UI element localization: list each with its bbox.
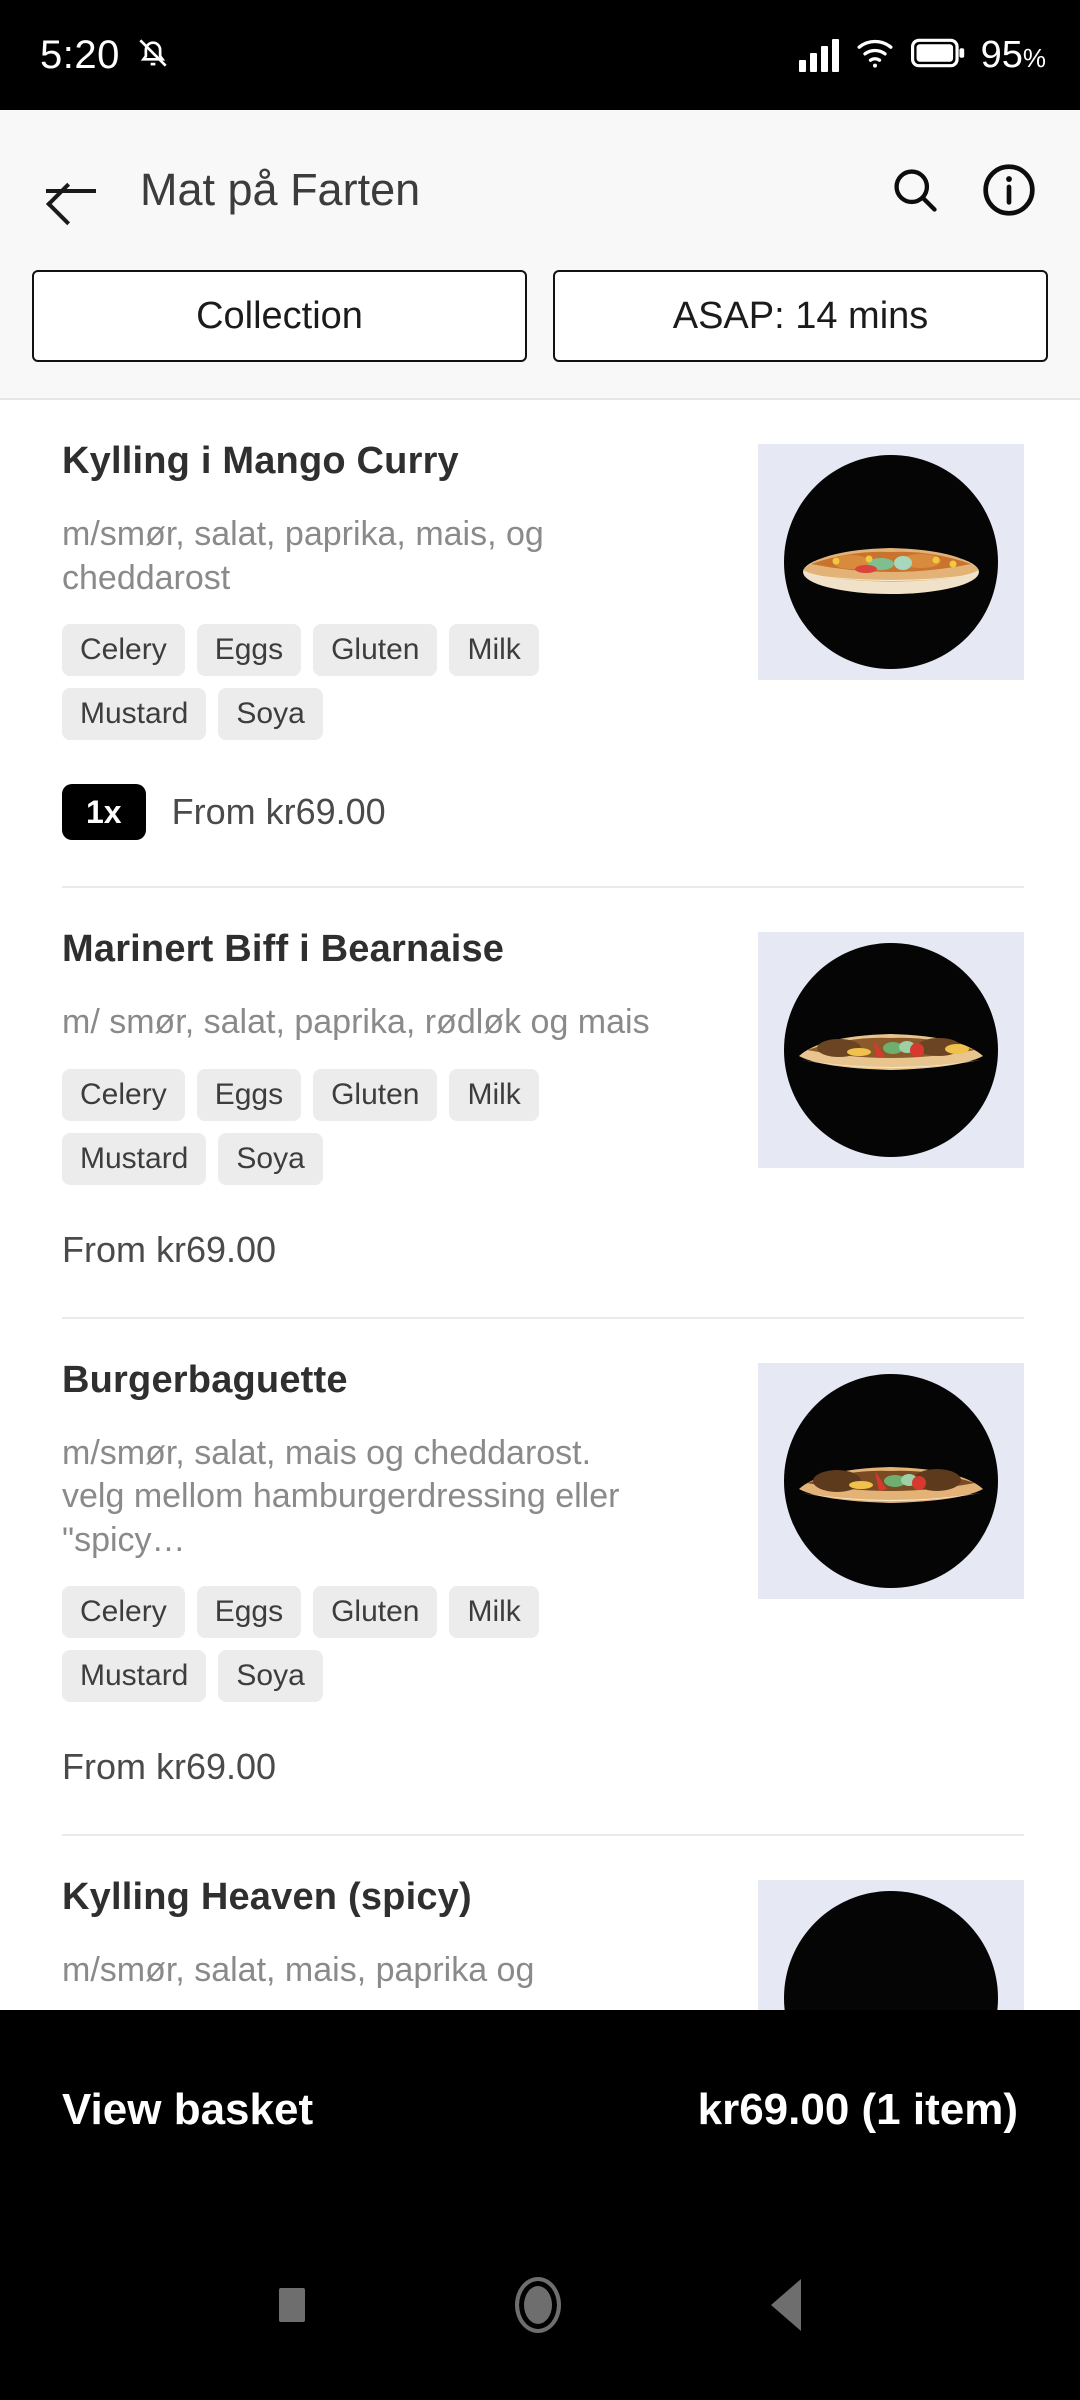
item-price: From kr69.00 — [62, 1228, 277, 1270]
allergen-tag: Celery — [62, 624, 185, 677]
allergen-tag: Soya — [218, 1650, 323, 1703]
timing-button[interactable]: ASAP: 14 mins — [553, 270, 1048, 362]
list-item-content: Burgerbaguette m/smør, salat, mais og ch… — [62, 1359, 734, 1703]
item-title: Kylling i Mango Curry — [62, 440, 459, 482]
list-item-content: Marinert Biff i Bearnaise m/ smør, salat… — [62, 928, 734, 1185]
order-options: Collection ASAP: 14 mins — [0, 270, 1080, 400]
item-description: m/smør, salat, paprika, mais, og cheddar… — [62, 515, 544, 597]
item-image — [758, 932, 1024, 1169]
triangle-back-icon[interactable] — [771, 2279, 801, 2331]
item-price: From kr69.00 — [62, 1746, 277, 1788]
battery-level: 95% — [980, 33, 1046, 76]
item-title: Kylling Heaven (spicy) — [62, 1876, 472, 1919]
item-price: From kr69.00 — [171, 791, 386, 833]
allergen-tags: Celery Eggs Gluten Milk Mustard Soya — [62, 624, 662, 741]
allergen-tag: Soya — [218, 1132, 323, 1185]
bell-muted-icon — [134, 34, 172, 77]
item-image — [758, 444, 1024, 680]
back-arrow-icon[interactable] — [40, 158, 104, 222]
allergen-tag: Gluten — [313, 624, 438, 677]
allergen-tag: Eggs — [196, 624, 302, 677]
allergen-tag: Eggs — [196, 1068, 302, 1121]
status-bar: 5:20 95% — [0, 0, 1080, 110]
list-item-row: Marinert Biff i Bearnaise m/ smør, salat… — [62, 928, 1024, 1185]
allergen-tag: Milk — [449, 624, 539, 677]
app-bar-actions — [884, 159, 1040, 221]
info-icon[interactable] — [978, 159, 1040, 221]
item-description: m/ smør, salat, paprika, rødløk og mais — [62, 1003, 650, 1042]
item-description: m/smør, salat, mais og cheddarost. velg … — [62, 1433, 620, 1559]
square-recents-icon[interactable] — [279, 2288, 305, 2322]
cellular-signal-icon — [798, 38, 839, 72]
item-price-row: 1x From kr69.00 — [62, 784, 1024, 886]
basket-total: kr69.00 (1 item) — [697, 2085, 1018, 2134]
list-item[interactable]: Burgerbaguette m/smør, salat, mais og ch… — [0, 1319, 1080, 1835]
allergen-tag: Mustard — [62, 1132, 207, 1185]
item-price-row: From kr69.00 — [62, 1229, 1024, 1317]
allergen-tag: Celery — [62, 1586, 185, 1639]
status-bar-right: 95% — [798, 33, 1046, 77]
item-description: m/smør, salat, mais, paprika og — [62, 1951, 535, 1990]
list-item[interactable]: Marinert Biff i Bearnaise m/ smør, salat… — [0, 888, 1080, 1317]
quantity-badge: 1x — [62, 784, 146, 841]
allergen-tag: Soya — [218, 688, 323, 741]
page-title: Mat på Farten — [140, 164, 421, 215]
item-image — [758, 1362, 1024, 1599]
status-time: 5:20 — [40, 32, 120, 77]
collection-button[interactable]: Collection — [32, 270, 527, 362]
item-price-row: From kr69.00 — [62, 1746, 1024, 1834]
menu-list: Kylling i Mango Curry m/smør, salat, pap… — [0, 400, 1080, 2117]
status-bar-left: 5:20 — [40, 33, 172, 78]
list-item[interactable]: Kylling i Mango Curry m/smør, salat, pap… — [0, 400, 1080, 886]
view-basket-label: View basket — [62, 2085, 314, 2134]
allergen-tags: Celery Eggs Gluten Milk Mustard Soya — [62, 1068, 662, 1185]
android-nav-bar — [0, 2210, 1080, 2400]
search-icon[interactable] — [884, 159, 946, 221]
wifi-icon — [855, 36, 895, 75]
item-title: Burgerbaguette — [62, 1358, 348, 1401]
circle-home-icon[interactable] — [515, 2277, 561, 2333]
allergen-tag: Celery — [62, 1068, 185, 1121]
allergen-tag: Milk — [449, 1068, 539, 1121]
list-item-content: Kylling i Mango Curry m/smør, salat, pap… — [62, 440, 734, 741]
allergen-tag: Eggs — [196, 1586, 302, 1639]
allergen-tag: Mustard — [62, 1650, 207, 1703]
allergen-tag: Milk — [449, 1586, 539, 1639]
allergen-tag: Gluten — [313, 1586, 438, 1639]
allergen-tag: Mustard — [62, 688, 207, 741]
item-title: Marinert Biff i Bearnaise — [62, 928, 505, 971]
app-bar: Mat på Farten — [0, 110, 1080, 270]
list-item-row: Kylling i Mango Curry m/smør, salat, pap… — [62, 440, 1024, 741]
allergen-tags: Celery Eggs Gluten Milk Mustard Soya — [62, 1586, 662, 1703]
battery-icon — [910, 38, 965, 73]
list-item-row: Burgerbaguette m/smør, salat, mais og ch… — [62, 1359, 1024, 1703]
allergen-tag: Gluten — [313, 1068, 438, 1121]
view-basket-bar[interactable]: View basket kr69.00 (1 item) — [0, 2010, 1080, 2210]
